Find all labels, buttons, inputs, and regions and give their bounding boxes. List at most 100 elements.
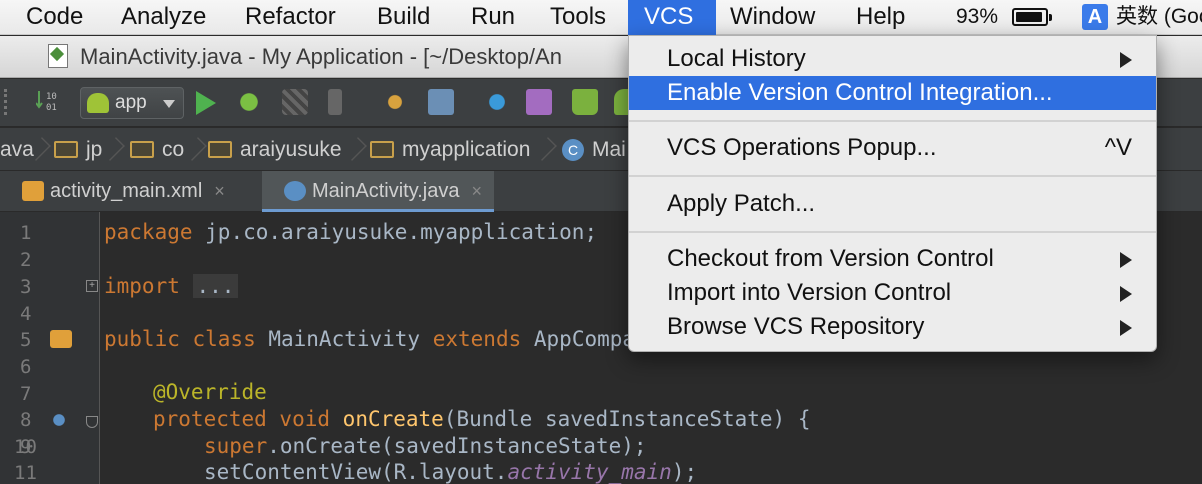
breadcrumb-separator (343, 137, 367, 161)
menu-analyze[interactable]: Analyze (107, 0, 220, 35)
breadcrumb-item[interactable]: jp (54, 128, 102, 171)
class-name: MainActivity (255, 327, 433, 351)
breadcrumb-item[interactable]: C Mai (562, 128, 626, 171)
code-text: setContentView(R.layout. (204, 460, 508, 484)
keyword: extends (432, 327, 522, 351)
breadcrumb-item[interactable]: myapplication (370, 128, 530, 171)
battery-icon[interactable] (1012, 8, 1052, 26)
menu-item-browse-repository[interactable]: Browse VCS Repository (629, 310, 1156, 344)
submenu-arrow-icon (1120, 52, 1132, 68)
tab-label: MainActivity.java (312, 180, 460, 202)
menu-item-label: VCS Operations Popup... (667, 134, 937, 161)
fold-collapse-icon[interactable] (86, 416, 98, 428)
line-number: 4 (20, 303, 32, 325)
code-text: AppCompa (521, 327, 636, 351)
override-icon[interactable] (48, 412, 70, 428)
menu-item-label: Apply Patch... (667, 190, 816, 217)
menu-item-enable-vcs[interactable]: Enable Version Control Integration... (629, 76, 1156, 110)
tab-label: activity_main.xml (50, 180, 203, 202)
code-line-10: super.onCreate(savedInstanceState); (204, 434, 647, 458)
debug-icon[interactable] (236, 89, 262, 115)
code-line-3: import ... (104, 274, 239, 298)
menu-refactor[interactable]: Refactor (231, 0, 350, 35)
breadcrumb-separator (101, 137, 125, 161)
breadcrumb-item[interactable]: co (130, 128, 184, 171)
close-icon[interactable]: × (471, 181, 482, 201)
menu-code[interactable]: Code (12, 0, 97, 35)
menu-build[interactable]: Build (363, 0, 444, 35)
keyword: super (204, 434, 268, 458)
window-title: MainActivity.java - My Application - [~/… (80, 44, 562, 69)
line-number: 6 (20, 356, 32, 378)
fold-expand-icon[interactable]: + (86, 280, 98, 292)
keyboard-shortcut: ^V (1104, 134, 1132, 161)
keyword: package (104, 220, 193, 244)
menu-window[interactable]: Window (716, 0, 829, 35)
code-line-9: protected void onCreate(Bundle savedInst… (153, 407, 810, 431)
avd-manager-icon[interactable] (526, 89, 552, 115)
folder-icon (208, 141, 232, 158)
menu-item-local-history[interactable]: Local History (629, 42, 1156, 76)
android-icon (87, 93, 109, 113)
menu-item-label: Enable Version Control Integration... (667, 79, 1053, 106)
breadcrumb-separator (183, 137, 207, 161)
menu-vcs[interactable]: VCS (628, 0, 716, 35)
code-line-8: @Override (153, 380, 267, 404)
sync-icon[interactable] (484, 89, 510, 115)
vcs-dropdown-menu: Local History Enable Version Control Int… (628, 35, 1157, 352)
svg-text:01: 01 (46, 103, 57, 113)
code-text: .onCreate(savedInstanceState); (267, 434, 647, 458)
menu-item-label: Browse VCS Repository (667, 313, 925, 340)
layout-file-icon[interactable] (50, 330, 72, 348)
line-number: 3 (20, 276, 32, 298)
sdk-manager-icon[interactable] (428, 89, 454, 115)
menu-item-checkout[interactable]: Checkout from Version Control (629, 242, 1156, 276)
menu-divider (629, 120, 1156, 122)
class-icon: C (562, 139, 584, 161)
attach-debugger-icon[interactable] (282, 89, 308, 115)
xml-file-icon (22, 181, 44, 201)
input-source-name[interactable]: 英数 (Goo (1116, 0, 1202, 35)
menu-tools[interactable]: Tools (536, 0, 620, 35)
code-text: (Bundle savedInstanceState) { (443, 407, 811, 431)
document-icon (48, 44, 68, 68)
folder-icon (54, 141, 78, 158)
tab-main-activity-java[interactable]: MainActivity.java × (262, 171, 494, 212)
run-configuration-select[interactable]: app (80, 87, 184, 119)
menu-run[interactable]: Run (457, 0, 529, 35)
line-number: 1 (20, 222, 32, 244)
code-text: jp.co.araiyusuke.myapplication; (192, 220, 598, 244)
breadcrumb-label: co (162, 138, 185, 161)
java-class-icon (284, 181, 306, 201)
menu-item-import[interactable]: Import into Version Control (629, 276, 1156, 310)
breadcrumb-item[interactable]: araiyusuke (208, 128, 342, 171)
battery-fill (1016, 12, 1043, 22)
menu-item-apply-patch[interactable]: Apply Patch... (629, 187, 1156, 221)
breadcrumb-label: jp (86, 138, 103, 161)
close-icon[interactable]: × (214, 181, 225, 201)
folded-imports[interactable]: ... (192, 274, 239, 298)
android-monitor-icon[interactable] (572, 89, 598, 115)
tab-activity-main-xml[interactable]: activity_main.xml × (0, 171, 262, 212)
annotation: @Override (153, 380, 267, 404)
keyword: protected void (153, 407, 331, 431)
input-source-icon[interactable]: A (1082, 4, 1108, 30)
run-icon[interactable] (196, 91, 216, 115)
menu-divider (629, 175, 1156, 177)
code-line-11: setContentView(R.layout.activity_main); (204, 460, 697, 484)
line-number: 9 (20, 436, 32, 458)
menu-item-vcs-operations-popup[interactable]: VCS Operations Popup... ^V (629, 131, 1156, 165)
svg-text:10: 10 (46, 92, 57, 102)
menu-help[interactable]: Help (842, 0, 919, 35)
binary-icon[interactable]: 10 01 (35, 89, 66, 115)
line-number: 11 (14, 462, 37, 484)
submenu-arrow-icon (1120, 286, 1132, 302)
battery-percent: 93% (956, 5, 999, 28)
apply-changes-icon[interactable] (328, 89, 342, 115)
editor-gutter: 1 2 3 4 5 7 8 10 11 6 9 + (0, 212, 100, 484)
submenu-arrow-icon (1120, 252, 1132, 268)
menu-item-label: Import into Version Control (667, 279, 952, 306)
menu-divider (629, 231, 1156, 233)
project-structure-icon[interactable] (382, 89, 408, 115)
chevron-down-icon (163, 100, 175, 108)
